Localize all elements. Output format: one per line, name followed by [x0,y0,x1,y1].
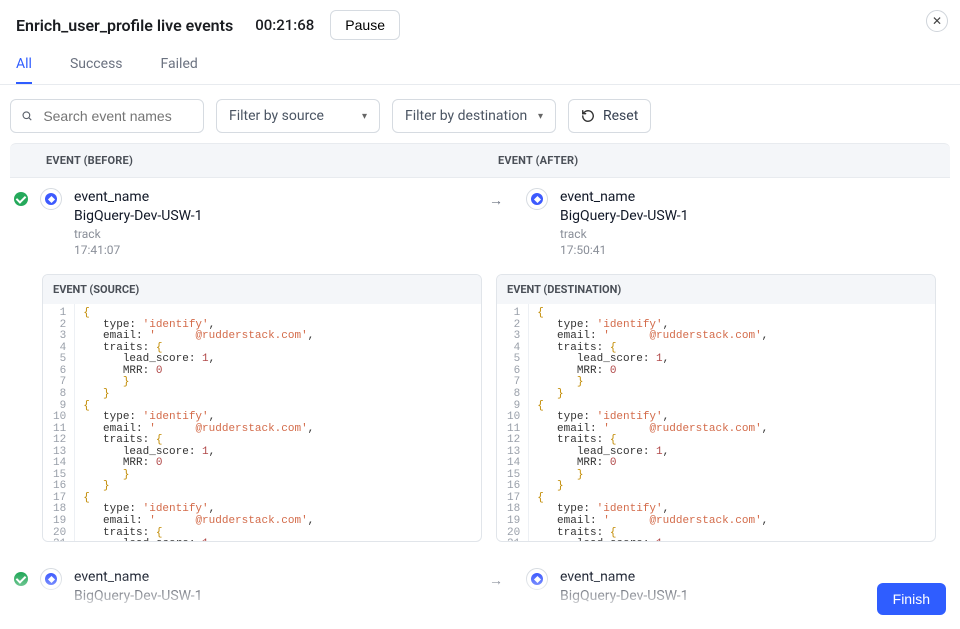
event-time: 17:50:41 [560,242,688,258]
col-before: EVENT (BEFORE) [10,144,488,177]
event-row[interactable]: event_name BigQuery-Dev-USW-1 → event_na… [0,558,960,622]
source-icon [40,568,62,590]
tab-failed[interactable]: Failed [161,56,198,84]
page-title: Enrich_user_profile live events [16,16,233,35]
event-name: event_name [560,568,688,587]
event-destination-body[interactable]: 1 2 3 4 5 6 7 8 9 10 11 12 13 14 15 16 1… [497,304,935,541]
status-success-icon [14,192,28,206]
event-source-header: EVENT (SOURCE) [43,275,481,304]
filter-destination-select[interactable]: Filter by destination ▾ [392,99,556,133]
timer: 00:21:68 [255,16,314,34]
source-icon [40,188,62,210]
event-source-body[interactable]: 1 2 3 4 5 6 7 8 9 10 11 12 13 14 15 16 1… [43,304,481,541]
pause-button[interactable]: Pause [330,10,400,40]
tab-success[interactable]: Success [70,56,123,84]
event-destination-header: EVENT (DESTINATION) [497,275,935,304]
arrow-right-icon: → [478,192,514,209]
search-input[interactable] [41,107,193,125]
filter-bar: Filter by source ▾ Filter by destination… [0,85,960,143]
event-after-meta: event_name BigQuery-Dev-USW-1 track 17:5… [560,188,688,258]
reset-button[interactable]: Reset [568,99,651,133]
destination-icon [526,568,548,590]
event-type: track [560,226,688,242]
col-after: EVENT (AFTER) [488,144,950,177]
event-before-meta: event_name BigQuery-Dev-USW-1 track 17:4… [74,188,202,258]
event-before-meta: event_name BigQuery-Dev-USW-1 [74,568,202,606]
event-source-panel: EVENT (SOURCE) 1 2 3 4 5 6 7 8 9 10 11 1… [42,274,482,542]
filter-destination-label: Filter by destination [405,108,527,124]
filter-source-label: Filter by source [229,108,324,124]
close-icon[interactable]: ✕ [926,10,948,32]
event-after-meta: event_name BigQuery-Dev-USW-1 [560,568,688,606]
event-row[interactable]: event_name BigQuery-Dev-USW-1 track 17:4… [0,178,960,274]
reset-label: Reset [603,108,638,124]
line-gutter: 1 2 3 4 5 6 7 8 9 10 11 12 13 14 15 16 1… [43,304,75,541]
event-columns-header: EVENT (BEFORE) EVENT (AFTER) [10,143,950,178]
line-gutter: 1 2 3 4 5 6 7 8 9 10 11 12 13 14 15 16 1… [497,304,529,541]
chevron-down-icon: ▾ [538,111,543,122]
event-destination: BigQuery-Dev-USW-1 [74,207,202,226]
reset-icon [581,109,595,123]
event-destination: BigQuery-Dev-USW-1 [74,587,202,606]
topbar: Enrich_user_profile live events 00:21:68… [0,0,960,44]
event-time: 17:41:07 [74,242,202,258]
destination-icon [526,188,548,210]
event-destination: BigQuery-Dev-USW-1 [560,207,688,226]
arrow-right-icon: → [478,572,514,589]
tabs: All Success Failed [0,44,960,85]
event-name: event_name [74,188,202,207]
finish-button[interactable]: Finish [877,583,946,615]
event-name: event_name [74,568,202,587]
event-destination-panel: EVENT (DESTINATION) 1 2 3 4 5 6 7 8 9 10… [496,274,936,542]
event-destination: BigQuery-Dev-USW-1 [560,587,688,606]
status-success-icon [14,572,28,586]
events-scroll[interactable]: EVENT (BEFORE) EVENT (AFTER) event_name … [0,143,960,629]
chevron-down-icon: ▾ [362,111,367,122]
filter-source-select[interactable]: Filter by source ▾ [216,99,380,133]
code-content: { type: 'identify', email: ' @rudderstac… [529,304,935,541]
tab-all[interactable]: All [16,56,32,84]
event-code-wrap: EVENT (SOURCE) 1 2 3 4 5 6 7 8 9 10 11 1… [0,274,960,558]
event-type: track [74,226,202,242]
event-name: event_name [560,188,688,207]
search-input-wrapper[interactable] [10,99,204,133]
search-icon [21,109,33,123]
code-content: { type: 'identify', email: ' @rudderstac… [75,304,481,541]
